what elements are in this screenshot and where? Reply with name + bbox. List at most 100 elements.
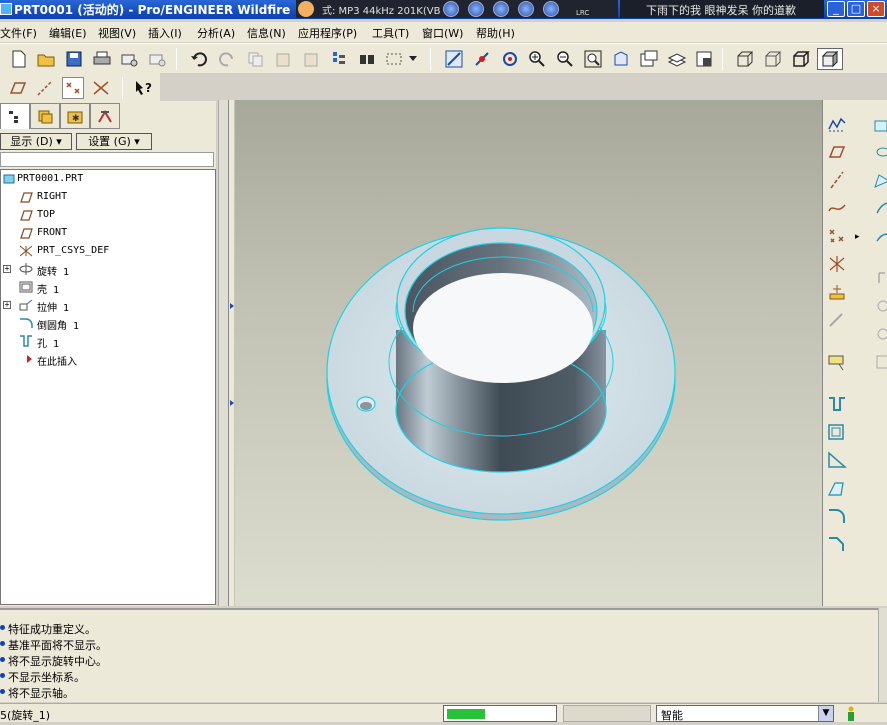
style-tool-icon[interactable] bbox=[867, 224, 887, 248]
sketch-tool-icon[interactable] bbox=[825, 112, 849, 136]
chevron-down-icon[interactable]: ▼ bbox=[818, 706, 833, 721]
tab-model-tree[interactable] bbox=[0, 103, 30, 129]
menu-analysis[interactable]: 分析(A) bbox=[197, 25, 235, 41]
menu-applications[interactable]: 应用程序(P) bbox=[298, 25, 357, 41]
part-3d-model[interactable] bbox=[235, 100, 822, 606]
datum-csys-tool-icon[interactable] bbox=[825, 252, 849, 276]
annotation-tool-icon[interactable] bbox=[825, 350, 849, 374]
datum-analysis-tool-icon[interactable] bbox=[825, 280, 849, 304]
select-dropdown-icon[interactable] bbox=[406, 48, 420, 70]
tree-item-csys[interactable]: PRT_CSYS_DEF bbox=[1, 242, 201, 260]
datum-curve-tool-icon[interactable] bbox=[825, 196, 849, 220]
grid-tool-icon[interactable] bbox=[867, 350, 887, 374]
tab-favorites[interactable]: ✱ bbox=[60, 103, 90, 129]
blend-tool-icon[interactable] bbox=[867, 196, 887, 220]
message-scrollbar[interactable] bbox=[878, 608, 887, 702]
minimize-button[interactable]: _ bbox=[827, 1, 845, 17]
expand-icon[interactable]: + bbox=[3, 301, 11, 309]
hidden-line-icon[interactable] bbox=[762, 48, 784, 70]
plane-display-icon[interactable] bbox=[6, 77, 28, 99]
refit-icon[interactable] bbox=[582, 48, 604, 70]
tree-item-front[interactable]: FRONT bbox=[1, 224, 201, 242]
extrude-tool-icon[interactable] bbox=[867, 112, 887, 136]
no-hidden-icon[interactable] bbox=[790, 48, 812, 70]
revolve-tool-icon[interactable] bbox=[867, 140, 887, 164]
open-folder-icon[interactable] bbox=[35, 48, 57, 70]
shell-tool-icon[interactable] bbox=[825, 420, 849, 444]
find-icon[interactable] bbox=[356, 48, 378, 70]
maximize-button[interactable]: □ bbox=[847, 1, 865, 17]
draft-tool-icon[interactable] bbox=[825, 476, 849, 500]
shading-icon[interactable] bbox=[817, 48, 843, 70]
csys-display-icon[interactable] bbox=[90, 77, 112, 99]
new-file-icon[interactable] bbox=[8, 48, 30, 70]
select-box-icon[interactable] bbox=[384, 48, 406, 70]
flyout-arrow-icon[interactable]: ▸ bbox=[855, 232, 860, 242]
regenerate-icon[interactable] bbox=[328, 48, 350, 70]
tree-item-revolve[interactable]: + 旋转 1 bbox=[1, 260, 201, 278]
send-mail-attach-icon[interactable] bbox=[146, 48, 168, 70]
copy-icon[interactable] bbox=[245, 48, 267, 70]
rib-tool-icon[interactable] bbox=[825, 448, 849, 472]
send-mail-icon[interactable] bbox=[118, 48, 140, 70]
chamfer-tool-icon[interactable] bbox=[825, 532, 849, 556]
axis-display-icon[interactable] bbox=[34, 77, 56, 99]
tab-folder-browser[interactable] bbox=[30, 103, 60, 129]
tree-item-insert-here[interactable]: 在此插入 bbox=[1, 350, 201, 368]
close-button[interactable]: × bbox=[867, 1, 885, 17]
menu-view[interactable]: 视图(V) bbox=[98, 25, 136, 41]
panel-splitter[interactable] bbox=[228, 100, 235, 606]
datum-axis-tool-icon[interactable] bbox=[825, 168, 849, 192]
menu-tools[interactable]: 工具(T) bbox=[372, 25, 409, 41]
pause-icon[interactable] bbox=[493, 1, 509, 17]
sketch-disabled-icon[interactable] bbox=[825, 308, 849, 332]
stop-icon[interactable] bbox=[443, 1, 459, 17]
menu-window[interactable]: 窗口(W) bbox=[422, 25, 463, 41]
undo-icon[interactable] bbox=[188, 48, 210, 70]
layers-icon[interactable] bbox=[666, 48, 688, 70]
tree-item-hole[interactable]: 孔 1 bbox=[1, 332, 201, 350]
hole-tool-icon[interactable] bbox=[825, 392, 849, 416]
redo-icon[interactable] bbox=[216, 48, 238, 70]
round-tool-icon[interactable] bbox=[825, 504, 849, 528]
tree-item-extrude[interactable]: + 拉伸 1 bbox=[1, 296, 201, 314]
context-help-icon[interactable]: ? bbox=[132, 77, 154, 99]
datum-plane-tool-icon[interactable] bbox=[825, 140, 849, 164]
tab-connections[interactable] bbox=[90, 103, 120, 129]
zoom-out-icon[interactable] bbox=[554, 48, 576, 70]
menu-insert[interactable]: 插入(I) bbox=[148, 25, 182, 41]
cosmetic-tool-icon[interactable] bbox=[867, 294, 887, 318]
repaint-icon[interactable] bbox=[443, 48, 465, 70]
settings-dropdown[interactable]: 设置 (G) ▾ bbox=[76, 133, 152, 150]
saved-views-icon[interactable] bbox=[638, 48, 660, 70]
reorient-icon[interactable] bbox=[610, 48, 632, 70]
graphics-viewport[interactable] bbox=[235, 100, 822, 606]
menu-help[interactable]: 帮助(H) bbox=[476, 25, 515, 41]
cosmetic-thread-icon[interactable] bbox=[867, 322, 887, 346]
paste-icon[interactable] bbox=[272, 48, 294, 70]
tree-item-part[interactable]: PRT0001.PRT bbox=[1, 170, 201, 188]
selection-filter-dropdown[interactable]: 智能 ▼ bbox=[656, 705, 834, 722]
previous-icon[interactable] bbox=[468, 1, 484, 17]
spin-center-icon[interactable] bbox=[471, 48, 493, 70]
wireframe-icon[interactable] bbox=[734, 48, 756, 70]
expand-icon[interactable]: + bbox=[3, 265, 11, 273]
tree-item-top[interactable]: TOP bbox=[1, 206, 201, 224]
tree-scrollbar[interactable] bbox=[218, 100, 228, 606]
menu-info[interactable]: 信息(N) bbox=[247, 25, 286, 41]
next-icon[interactable] bbox=[518, 1, 534, 17]
tree-item-round[interactable]: 倒圆角 1 bbox=[1, 314, 201, 332]
show-dropdown[interactable]: 显示 (D) ▾ bbox=[0, 133, 72, 150]
orient-mode-icon[interactable] bbox=[499, 48, 521, 70]
datum-point-tool-icon[interactable] bbox=[825, 224, 849, 248]
paste-special-icon[interactable] bbox=[300, 48, 322, 70]
menu-file[interactable]: 文件(F) bbox=[0, 25, 37, 41]
tree-item-right[interactable]: RIGHT bbox=[1, 188, 201, 206]
view-manager-icon[interactable] bbox=[694, 48, 716, 70]
eject-icon[interactable] bbox=[543, 1, 559, 17]
boundary-tool-icon[interactable] bbox=[867, 266, 887, 290]
point-display-icon[interactable] bbox=[62, 77, 84, 99]
print-icon[interactable] bbox=[91, 48, 113, 70]
tree-item-shell[interactable]: 壳 1 bbox=[1, 278, 201, 296]
save-icon[interactable] bbox=[63, 48, 85, 70]
